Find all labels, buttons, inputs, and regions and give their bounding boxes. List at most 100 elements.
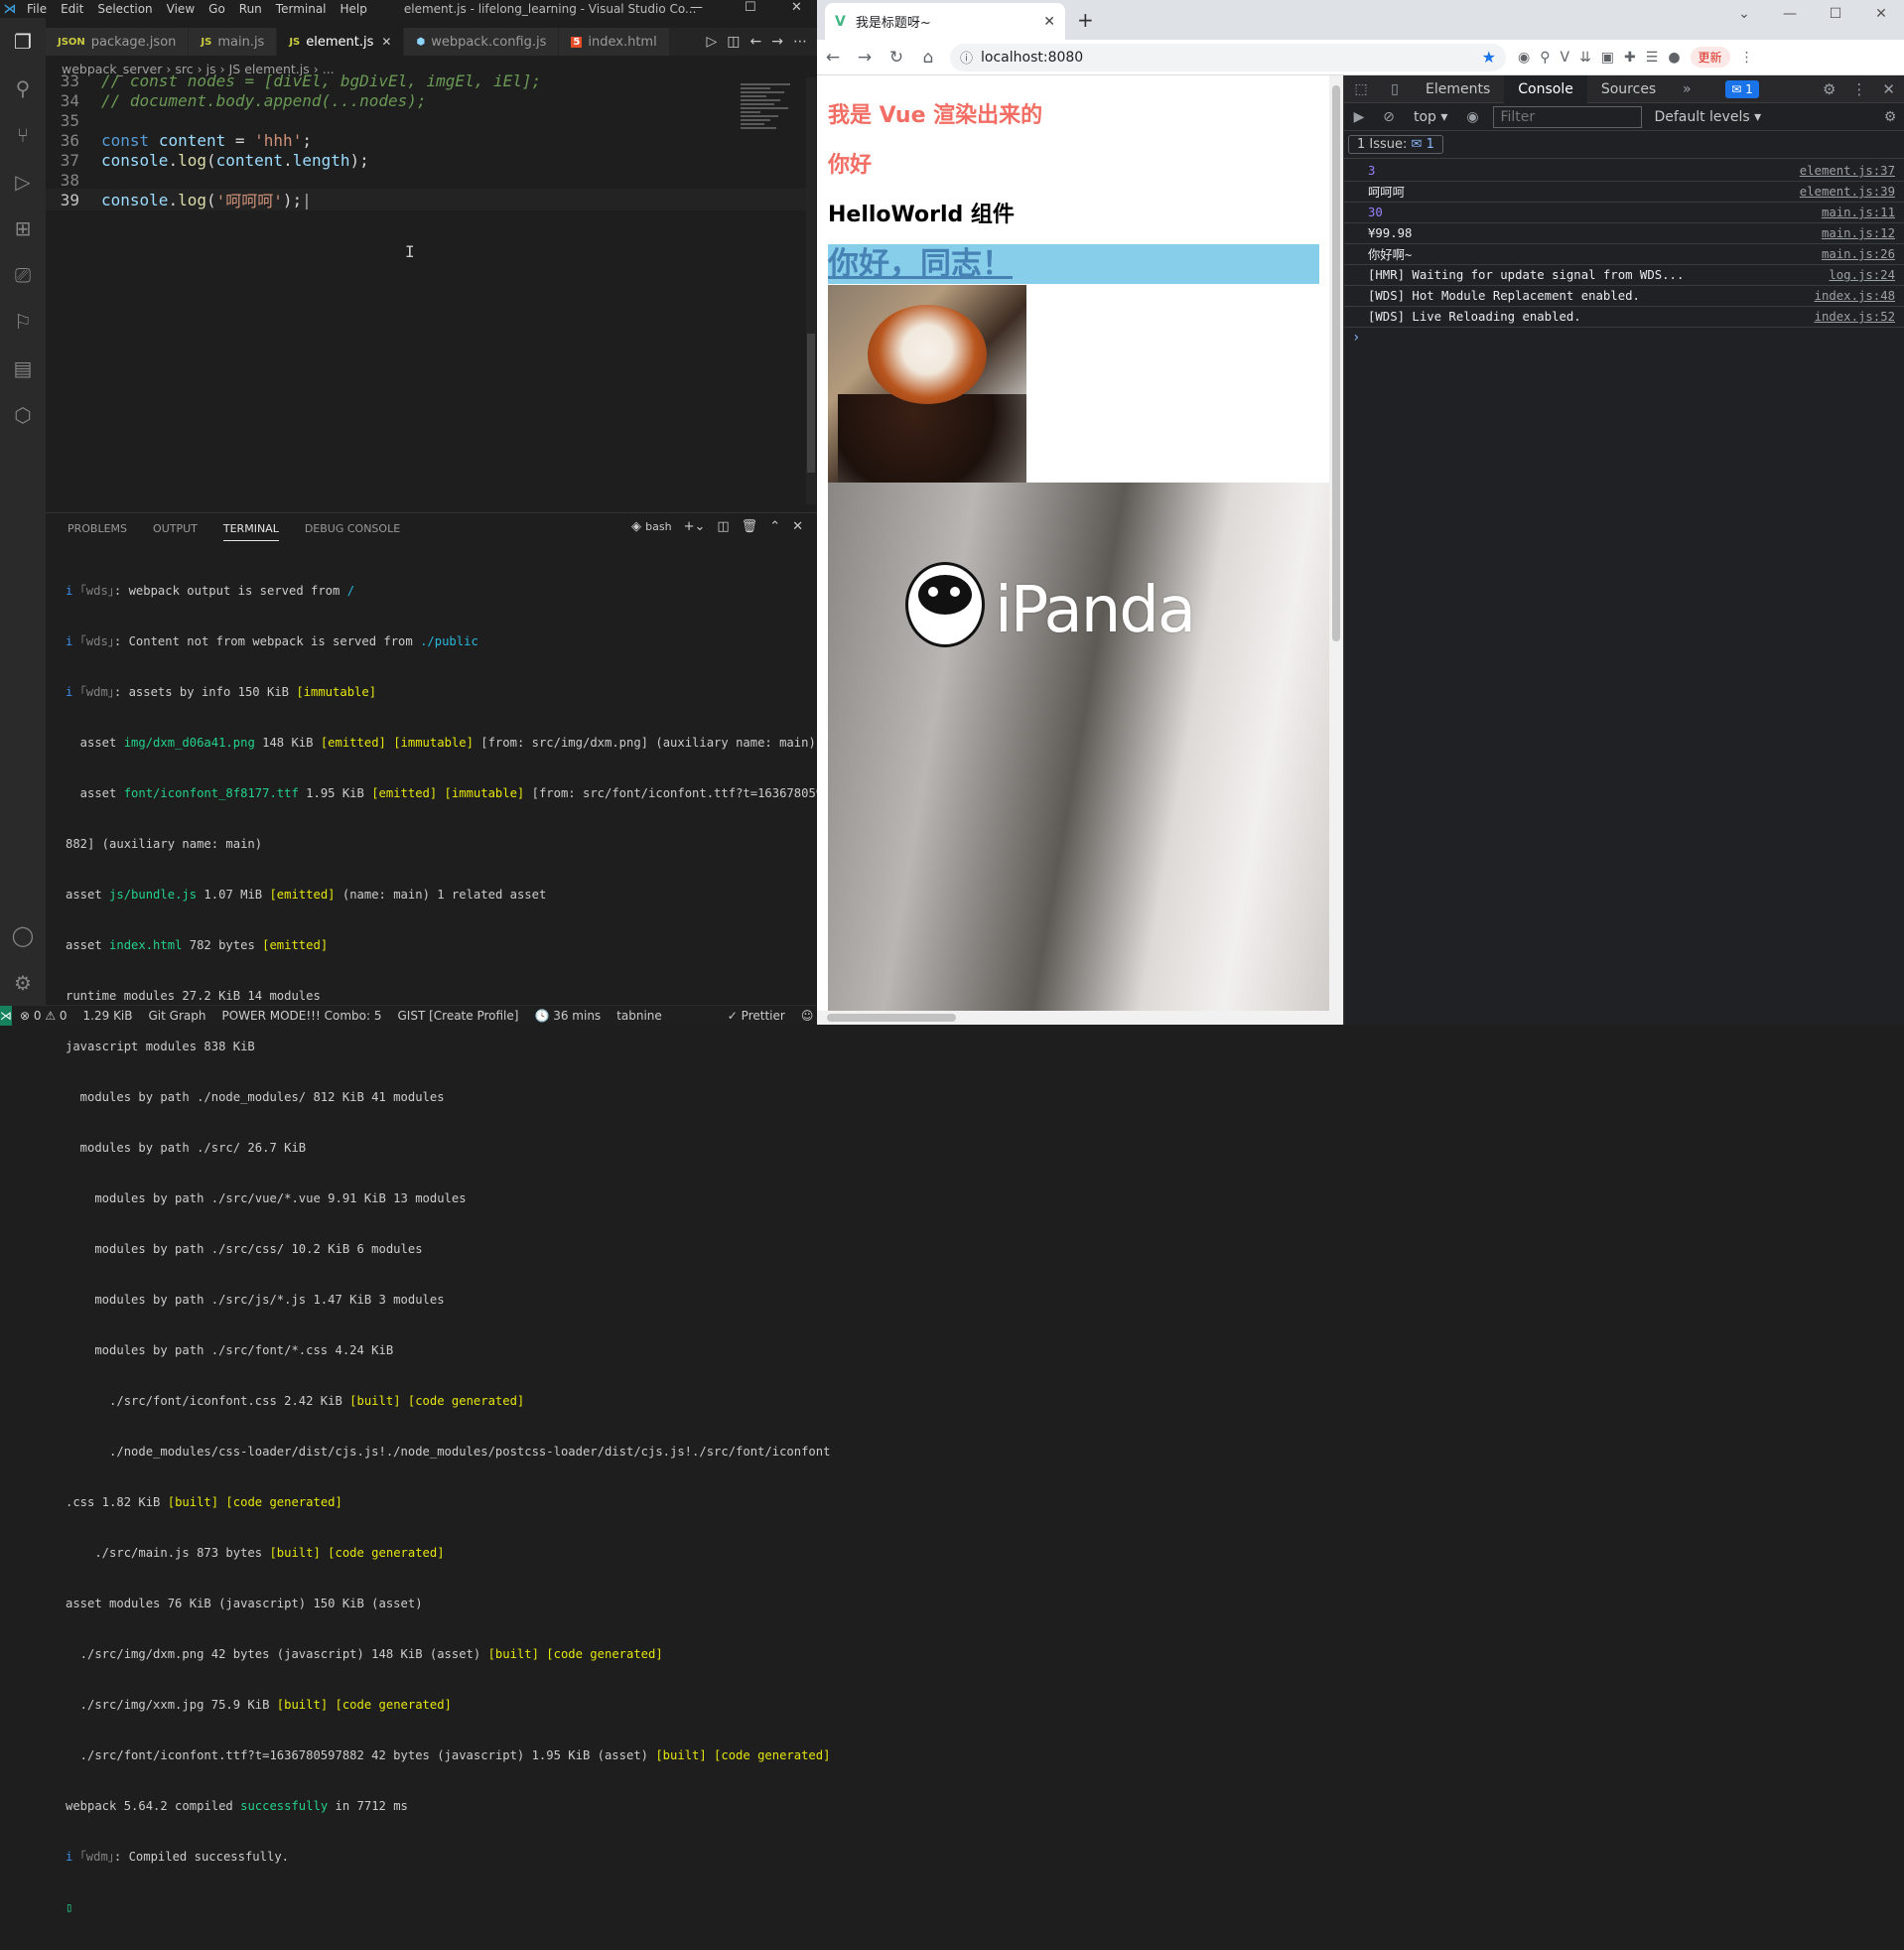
more-actions-icon[interactable]: ⋯ <box>793 34 807 50</box>
menu-help[interactable]: Help <box>334 2 374 16</box>
maximize-icon[interactable]: ☐ <box>1813 0 1858 30</box>
tab-debug-console[interactable]: DEBUG CONSOLE <box>305 522 400 541</box>
console-settings-icon[interactable]: ⚙ <box>1875 109 1904 125</box>
reading-list-icon[interactable]: ☰ <box>1646 50 1659 66</box>
scrollbar-thumb[interactable] <box>827 1014 956 1022</box>
gist-status[interactable]: GIST [Create Profile] <box>389 1009 526 1023</box>
close-panel-icon[interactable]: ✕ <box>792 519 803 534</box>
console-source-link[interactable]: main.js:12 <box>1822 226 1895 240</box>
menu-file[interactable]: File <box>20 2 54 16</box>
extension-icon[interactable]: ◉ <box>1518 50 1530 66</box>
forward-icon[interactable]: → <box>849 48 881 68</box>
run-icon[interactable]: ▷ <box>707 34 718 50</box>
address-bar[interactable]: ⓘ localhost:8080 ★ <box>950 43 1506 71</box>
run-debug-icon[interactable]: ▷ <box>0 158 46 205</box>
menu-icon[interactable]: ⋮ <box>1740 50 1754 66</box>
console-source-link[interactable]: index.js:52 <box>1815 310 1895 324</box>
test-icon[interactable]: ⬡ <box>0 391 46 438</box>
browser-tab[interactable]: V 我是标题呀~ ✕ <box>825 3 1065 40</box>
log-levels-dropdown[interactable]: Default levels ▾ <box>1654 109 1761 125</box>
tab-console[interactable]: Console <box>1504 74 1587 103</box>
code-editor[interactable]: 33 // const nodes = [divEl, bgDivEl, imgE… <box>46 71 806 504</box>
menu-terminal[interactable]: Terminal <box>269 2 334 16</box>
menu-edit[interactable]: Edit <box>54 2 90 16</box>
project-manager-icon[interactable]: ▤ <box>0 345 46 391</box>
explorer-icon[interactable]: ❐ <box>0 18 46 65</box>
console-prompt[interactable]: › <box>1344 328 1904 348</box>
search-icon[interactable]: ⚲ <box>0 65 46 111</box>
settings-gear-icon[interactable]: ⚙ <box>1823 80 1836 98</box>
menu-go[interactable]: Go <box>202 2 232 16</box>
more-options-icon[interactable]: ⋮ <box>1851 80 1866 98</box>
context-selector[interactable]: top ▾ <box>1404 109 1457 125</box>
terminal-output[interactable]: i ｢wds｣: webpack output is served from /… <box>66 549 830 1950</box>
console-source-link[interactable]: log.js:24 <box>1829 268 1895 282</box>
reload-icon[interactable]: ↻ <box>881 48 912 68</box>
editor-scrollbar[interactable] <box>806 77 816 504</box>
console-source-link[interactable]: index.js:48 <box>1815 289 1895 303</box>
puzzle-icon[interactable]: ✚ <box>1624 50 1636 66</box>
menu-run[interactable]: Run <box>232 2 269 16</box>
remote-explorer-icon[interactable]: ⎚ <box>0 251 46 298</box>
shell-selector[interactable]: ◈ bash <box>631 519 672 534</box>
tab-terminal[interactable]: TERMINAL <box>222 522 279 541</box>
go-forward-icon[interactable]: → <box>771 34 783 50</box>
prettier-status[interactable]: ✓ Prettier <box>720 1009 793 1023</box>
update-button[interactable]: 更新 <box>1690 47 1730 68</box>
issues-badge[interactable]: ✉ 1 <box>1725 79 1759 98</box>
tab-problems[interactable]: PROBLEMS <box>68 522 127 541</box>
sidebar-toggle-icon[interactable]: ▶ <box>1344 109 1374 125</box>
tab-main-js[interactable]: JS main.js <box>189 28 278 56</box>
maximize-panel-icon[interactable]: ⌃ <box>769 519 780 534</box>
extension-icon[interactable]: ⚲ <box>1540 50 1550 66</box>
close-icon[interactable]: ✕ <box>791 0 802 15</box>
maximize-icon[interactable]: ☐ <box>745 0 756 15</box>
comrade-link[interactable]: 你好，同志！ <box>828 244 1319 284</box>
console-source-link[interactable]: main.js:26 <box>1822 247 1895 261</box>
back-icon[interactable]: ← <box>817 48 849 68</box>
extension-icon[interactable]: ⇊ <box>1579 50 1591 66</box>
split-terminal-icon[interactable]: ◫ <box>717 519 729 534</box>
tab-element-js[interactable]: JS element.js ✕ <box>277 28 405 56</box>
git-graph-status[interactable]: Git Graph <box>141 1009 214 1023</box>
new-tab-icon[interactable]: + <box>1077 8 1094 32</box>
console-filter-input[interactable] <box>1493 105 1643 128</box>
close-icon[interactable]: ✕ <box>1858 0 1904 30</box>
scrollbar-thumb[interactable] <box>807 334 815 473</box>
bookmarks-icon[interactable]: ⚐ <box>0 298 46 345</box>
profile-icon[interactable]: ● <box>1668 50 1680 66</box>
menu-view[interactable]: View <box>160 2 202 16</box>
tab-elements[interactable]: Elements <box>1412 75 1504 103</box>
issues-button[interactable]: 1 Issue: ✉ 1 <box>1348 135 1443 154</box>
tab-sources[interactable]: Sources <box>1587 75 1670 103</box>
more-tabs-icon[interactable]: » <box>1670 81 1703 97</box>
problems-status[interactable]: ⊗ 0 ⚠ 0 <box>12 1009 75 1023</box>
minimap[interactable] <box>741 81 806 161</box>
minimize-icon[interactable]: — <box>690 0 703 15</box>
menu-selection[interactable]: Selection <box>90 2 159 16</box>
live-expression-eye-icon[interactable]: ◉ <box>1457 109 1487 125</box>
tabnine-status[interactable]: tabnine <box>609 1009 670 1023</box>
minimize-icon[interactable]: — <box>1767 0 1813 30</box>
vue-devtools-icon[interactable]: V <box>1560 50 1569 66</box>
remote-icon[interactable]: ⋊ <box>0 1005 12 1026</box>
scrollbar-thumb[interactable] <box>1332 85 1340 641</box>
gear-icon[interactable]: ⚙ <box>0 959 46 1006</box>
console-source-link[interactable]: element.js:37 <box>1800 164 1895 178</box>
extension-icon[interactable]: ▣ <box>1601 50 1614 66</box>
tab-index-html[interactable]: 5 index.html <box>559 28 670 56</box>
source-control-icon[interactable]: ⑂ <box>0 111 46 158</box>
bookmark-star-icon[interactable]: ★ <box>1482 48 1496 67</box>
tab-output[interactable]: OUTPUT <box>153 522 198 541</box>
device-toolbar-icon[interactable]: ▯ <box>1378 81 1412 97</box>
new-terminal-icon[interactable]: +⌄ <box>684 519 706 534</box>
tab-webpack-config[interactable]: ⬢ webpack.config.js <box>404 28 560 56</box>
go-back-icon[interactable]: ← <box>750 34 762 50</box>
console-source-link[interactable]: element.js:39 <box>1800 185 1895 199</box>
account-icon[interactable]: ◯ <box>0 911 46 958</box>
split-editor-icon[interactable]: ◫ <box>727 34 740 50</box>
clear-console-icon[interactable]: ⊘ <box>1374 109 1404 125</box>
close-tab-icon[interactable]: ✕ <box>1043 14 1055 30</box>
close-tab-icon[interactable]: ✕ <box>381 35 391 49</box>
tab-search-icon[interactable]: ⌄ <box>1721 0 1767 30</box>
